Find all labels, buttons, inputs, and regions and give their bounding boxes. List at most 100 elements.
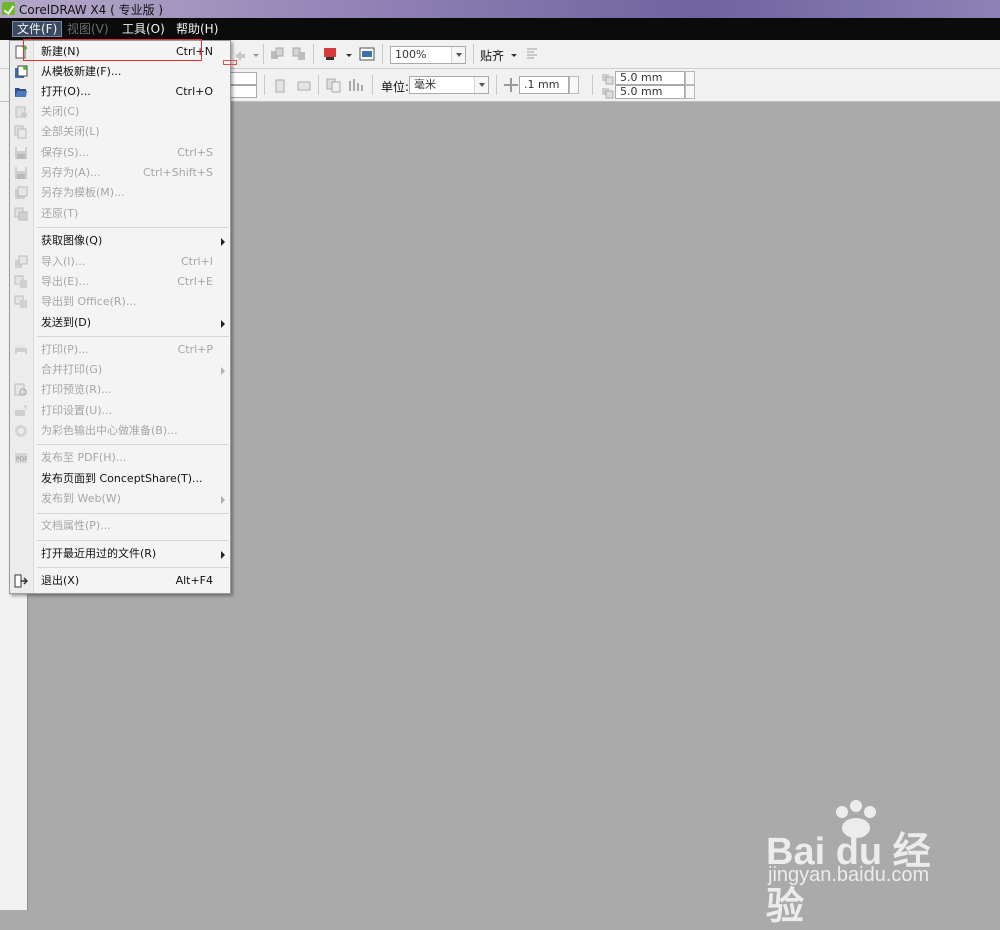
duplicate-x-field[interactable]: 5.0 mm <box>615 71 685 85</box>
welcome-screen-icon[interactable] <box>359 46 375 62</box>
export-icon[interactable] <box>291 46 307 62</box>
menu-separator <box>37 567 229 568</box>
separator <box>592 75 593 95</box>
menu-separator <box>37 540 229 541</box>
menu-file[interactable]: 文件(F) <box>12 21 63 37</box>
menu-item-label: 打开(O)... <box>41 85 91 98</box>
landscape-icon[interactable] <box>296 78 312 94</box>
zoom-level-select[interactable]: 100% <box>390 46 466 64</box>
menu-item-shortcut: Ctrl+P <box>177 343 213 356</box>
menu-item-label: 另存为(A)... <box>41 166 101 179</box>
chevron-down-icon <box>451 47 465 63</box>
menu-separator <box>37 336 229 337</box>
menu-item-publish-pdf[interactable]: PDF 发布至 PDF(H)... <box>10 448 230 468</box>
menu-item-print-preview[interactable]: 打印预览(R)... <box>10 380 230 400</box>
dropdown-arrow-icon[interactable] <box>506 47 522 63</box>
separator <box>313 44 314 64</box>
exit-icon <box>14 574 28 588</box>
nudge-icon <box>504 78 518 92</box>
menu-item-label: 保存(S)... <box>41 146 90 159</box>
menu-bar: 文件(F) 视图(V) 工具(O) 帮助(H) <box>0 18 1000 40</box>
menu-separator <box>37 513 229 514</box>
menu-item-label: 还原(T) <box>41 207 79 220</box>
duplicate-y-field[interactable]: 5.0 mm <box>615 85 685 99</box>
menu-item-import[interactable]: 导入(I)... Ctrl+I <box>10 252 230 272</box>
menu-item-document-properties[interactable]: 文档属性(P)... <box>10 516 230 536</box>
menu-item-shortcut: Ctrl+E <box>177 275 213 288</box>
nudge-distance-field[interactable]: .1 mm <box>519 76 569 94</box>
menu-item-shortcut: Ctrl+S <box>177 146 213 159</box>
menu-item-label: 导入(I)... <box>41 255 86 268</box>
menu-item-shortcut: Ctrl+O <box>175 85 213 98</box>
menu-item-label: 导出(E)... <box>41 275 90 288</box>
unit-value: 毫米 <box>414 78 436 91</box>
menu-item-prepare-color-output[interactable]: 为彩色输出中心做准备(B)... <box>10 421 230 441</box>
menu-item-label: 发布至 PDF(H)... <box>41 451 127 464</box>
title-bar: CorelDRAW X4 ( 专业版 ) <box>0 0 1000 18</box>
nudge-spinner[interactable] <box>569 76 579 94</box>
file-menu-dropdown: 新建(N) Ctrl+N 从模板新建(F)... 打开(O)... Ctrl+O… <box>9 40 231 594</box>
options-icon[interactable] <box>524 46 540 62</box>
menu-item-label: 从模板新建(F)... <box>41 65 122 78</box>
menu-item-label: 发布页面到 ConceptShare(T)... <box>41 472 203 485</box>
duplicate-y-icon <box>602 88 614 99</box>
menu-item-close[interactable]: 关闭(C) <box>10 102 230 122</box>
current-page-icon[interactable] <box>348 77 364 93</box>
unit-label: 单位: <box>381 80 410 94</box>
submenu-arrow-icon <box>221 238 225 246</box>
printer-icon <box>15 345 27 356</box>
menu-item-label: 合并打印(G) <box>41 363 103 376</box>
menu-item-publish-conceptshare[interactable]: 发布页面到 ConceptShare(T)... <box>10 469 230 489</box>
submenu-arrow-icon <box>221 320 225 328</box>
menu-item-open[interactable]: 打开(O)... Ctrl+O <box>10 82 230 102</box>
menu-help[interactable]: 帮助(H) <box>172 21 222 37</box>
unit-select[interactable]: 毫米 <box>409 76 489 94</box>
menu-tools[interactable]: 工具(O) <box>118 21 169 37</box>
menu-item-revert[interactable]: 还原(T) <box>10 204 230 224</box>
page-width-field[interactable] <box>230 72 257 85</box>
separator <box>473 44 474 64</box>
menu-view[interactable]: 视图(V) <box>63 21 113 37</box>
snap-to-button[interactable]: 贴齐 <box>480 47 504 64</box>
import-icon[interactable] <box>269 46 285 62</box>
separator <box>496 75 497 95</box>
submenu-arrow-icon <box>221 496 225 504</box>
menu-item-save[interactable]: 保存(S)... Ctrl+S <box>10 143 230 163</box>
pdf-icon: PDF <box>15 453 28 463</box>
menu-item-save-as[interactable]: 另存为(A)... Ctrl+Shift+S <box>10 163 230 183</box>
dropdown-arrow-icon[interactable] <box>341 47 357 63</box>
menu-item-save-as-template[interactable]: 另存为模板(M)... <box>10 183 230 203</box>
menu-item-label: 发布到 Web(W) <box>41 492 121 505</box>
menu-item-print[interactable]: 打印(P)... Ctrl+P <box>10 340 230 360</box>
save-icon <box>15 147 27 159</box>
all-pages-icon[interactable] <box>326 77 342 93</box>
application-launcher-icon[interactable] <box>322 46 338 62</box>
menu-item-shortcut: Alt+F4 <box>175 574 213 587</box>
submenu-arrow-icon <box>221 551 225 559</box>
save-as-icon <box>15 167 27 179</box>
dropdown-arrow-icon[interactable] <box>248 47 264 63</box>
menu-separator <box>37 227 229 228</box>
menu-item-acquire-image[interactable]: 获取图像(Q) <box>10 231 230 251</box>
menu-item-exit[interactable]: 退出(X) Alt+F4 <box>10 571 230 591</box>
menu-item-label: 获取图像(Q) <box>41 234 103 247</box>
menu-item-publish-web[interactable]: 发布到 Web(W) <box>10 489 230 509</box>
menu-item-export-office[interactable]: 导出到 Office(R)... <box>10 292 230 312</box>
menu-item-close-all[interactable]: 全部关闭(L) <box>10 122 230 142</box>
menu-item-label: 打开最近用过的文件(R) <box>41 547 157 560</box>
menu-item-new-from-template[interactable]: 从模板新建(F)... <box>10 62 230 82</box>
separator <box>264 75 265 95</box>
menu-item-send-to[interactable]: 发送到(D) <box>10 313 230 333</box>
menu-item-label: 全部关闭(L) <box>41 125 100 138</box>
duplicate-x-spinner[interactable] <box>685 71 695 85</box>
portrait-icon[interactable] <box>272 78 288 94</box>
page-height-field[interactable] <box>230 85 257 98</box>
menu-item-export[interactable]: 导出(E)... Ctrl+E <box>10 272 230 292</box>
menu-item-label: 打印预览(R)... <box>41 383 112 396</box>
duplicate-y-spinner[interactable] <box>685 85 695 99</box>
window-title: CorelDRAW X4 ( 专业版 ) <box>19 3 164 17</box>
annotation-mark <box>223 60 237 65</box>
menu-item-print-merge[interactable]: 合并打印(G) <box>10 360 230 380</box>
menu-item-open-recent[interactable]: 打开最近用过的文件(R) <box>10 544 230 564</box>
menu-item-print-setup[interactable]: 打印设置(U)... <box>10 401 230 421</box>
